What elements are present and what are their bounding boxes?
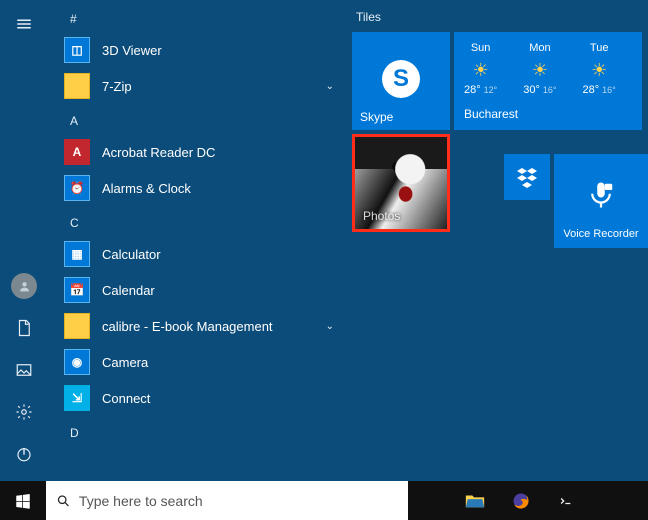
tile-voice-recorder[interactable]: Voice Recorder xyxy=(554,154,648,248)
weather-day: Tue☀28°16° xyxy=(583,41,616,98)
power-button[interactable] xyxy=(0,433,48,475)
settings-button[interactable] xyxy=(0,391,48,433)
app-icon: ▦ xyxy=(64,241,90,267)
start-button[interactable] xyxy=(0,481,46,520)
firefox-icon xyxy=(511,491,531,511)
person-icon xyxy=(18,280,31,293)
section-header[interactable]: # xyxy=(48,2,350,32)
app-item[interactable]: 7-Zip ⌄ xyxy=(48,68,350,104)
gear-icon xyxy=(15,403,33,421)
microphone-icon xyxy=(586,180,616,210)
taskbar-firefox[interactable] xyxy=(498,481,544,520)
app-item[interactable]: ▦ Calculator xyxy=(48,236,350,272)
start-rail xyxy=(0,0,48,481)
tile-skype[interactable]: S Skype xyxy=(352,32,450,130)
hamburger-icon xyxy=(15,15,33,33)
weather-day: Mon☀30°16° xyxy=(523,41,556,98)
pictures-icon xyxy=(15,361,33,379)
app-label: Connect xyxy=(102,391,150,406)
app-item[interactable]: 📅 Calendar xyxy=(48,272,350,308)
app-item[interactable]: ⏰ Alarms & Clock xyxy=(48,170,350,206)
app-label: Calculator xyxy=(102,247,161,262)
chevron-down-icon: ⌄ xyxy=(326,81,334,92)
sun-icon: ☀ xyxy=(532,58,548,82)
app-item[interactable]: calibre - E-book Management ⌄ xyxy=(48,308,350,344)
app-item[interactable]: ⇲ Connect xyxy=(48,380,350,416)
section-header[interactable]: D xyxy=(48,416,350,446)
app-label: 7-Zip xyxy=(102,79,132,94)
app-label: calibre - E-book Management xyxy=(102,319,273,334)
weather-city: Bucharest xyxy=(464,107,518,122)
avatar xyxy=(11,273,37,299)
app-item[interactable]: A Acrobat Reader DC xyxy=(48,134,350,170)
app-label: Calendar xyxy=(102,283,155,298)
taskbar-terminal[interactable] xyxy=(544,481,590,520)
taskbar xyxy=(0,481,648,520)
search-icon xyxy=(56,493,71,509)
user-account-button[interactable] xyxy=(0,265,48,307)
app-icon: 📅 xyxy=(64,277,90,303)
app-icon xyxy=(64,313,90,339)
search-box[interactable] xyxy=(46,481,408,520)
terminal-icon xyxy=(557,491,577,511)
document-icon xyxy=(15,319,33,337)
app-icon xyxy=(64,73,90,99)
sun-icon: ☀ xyxy=(473,58,489,82)
app-label: Camera xyxy=(102,355,148,370)
app-label: 3D Viewer xyxy=(102,43,162,58)
app-list: # ◫ 3D Viewer 7-Zip ⌄ AA Acrobat Reader DC ⏰ Ala… xyxy=(48,0,350,481)
app-icon: ⇲ xyxy=(64,385,90,411)
chevron-down-icon: ⌄ xyxy=(326,321,334,332)
section-header[interactable]: C xyxy=(48,206,350,236)
tile-label: Skype xyxy=(360,110,393,124)
weather-day: Sun☀28°12° xyxy=(464,41,497,98)
sun-icon: ☀ xyxy=(591,58,607,82)
file-explorer-icon xyxy=(464,490,486,512)
tiles-header[interactable]: Tiles xyxy=(352,4,642,32)
app-icon: ◉ xyxy=(64,349,90,375)
section-header[interactable]: A xyxy=(48,104,350,134)
app-item[interactable]: ◫ 3D Viewer xyxy=(48,32,350,68)
tiles-panel: Tiles S Skype Sun☀28°12° Mon☀30°16° Tue☀28… xyxy=(350,0,648,481)
app-label: Acrobat Reader DC xyxy=(102,145,215,160)
tile-dropbox[interactable] xyxy=(504,154,550,200)
skype-icon: S xyxy=(382,60,420,98)
tile-weather[interactable]: Sun☀28°12° Mon☀30°16° Tue☀28°16° Bucharest xyxy=(454,32,642,130)
app-label: Alarms & Clock xyxy=(102,181,191,196)
app-icon: ⏰ xyxy=(64,175,90,201)
taskbar-file-explorer[interactable] xyxy=(452,481,498,520)
hamburger-button[interactable] xyxy=(0,4,48,44)
search-input[interactable] xyxy=(79,493,398,509)
documents-button[interactable] xyxy=(0,307,48,349)
pictures-button[interactable] xyxy=(0,349,48,391)
app-item[interactable]: ◉ Camera xyxy=(48,344,350,380)
tile-photos[interactable]: Photos xyxy=(352,134,450,232)
app-icon: ◫ xyxy=(64,37,90,63)
tile-label: Voice Recorder xyxy=(563,228,638,240)
power-icon xyxy=(15,445,33,463)
dropbox-icon xyxy=(515,165,539,189)
tile-label: Photos xyxy=(363,209,400,223)
windows-logo-icon xyxy=(14,492,32,510)
app-icon: A xyxy=(64,139,90,165)
start-menu: # ◫ 3D Viewer 7-Zip ⌄ AA Acrobat Reader DC ⏰ Ala… xyxy=(0,0,648,481)
